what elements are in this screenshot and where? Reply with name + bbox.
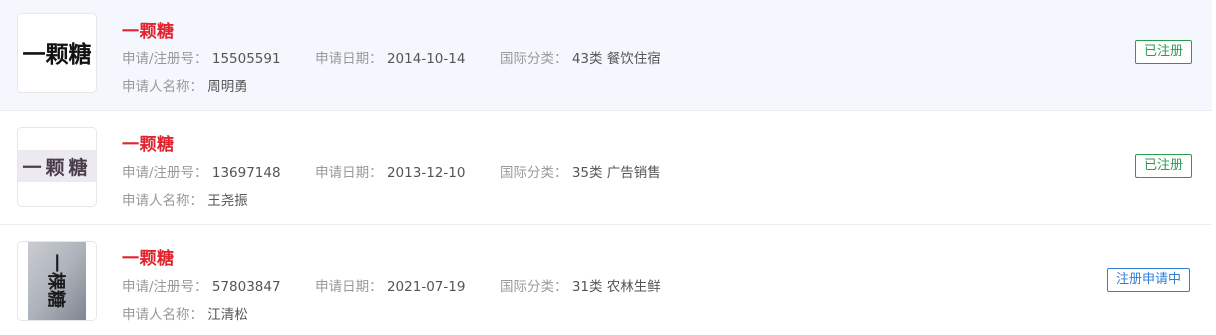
status-badge: 已注册	[1135, 40, 1193, 64]
trademark-name[interactable]: 一颗糖	[122, 130, 175, 155]
trademark-row[interactable]: 一棵糖 一颗糖 申请/注册号： 57803847 申请日期： 2021-07-1…	[0, 225, 1212, 335]
trademark-name[interactable]: 一颗糖	[122, 17, 175, 42]
trademark-logo-image: 一颗糖	[18, 128, 96, 206]
date-value: 2021-07-19	[386, 279, 466, 295]
trademark-applicant-line: 申请人名称： 王尧振	[122, 189, 248, 209]
logo-text: 一颗糖	[23, 41, 92, 68]
applicant-value: 江清松	[207, 307, 248, 323]
applicant-value: 周明勇	[207, 79, 248, 95]
reg-no-label: 申请/注册号：	[122, 51, 208, 67]
date-value: 2013-12-10	[386, 165, 466, 181]
trademark-list: 一颗糖 一颗糖 申请/注册号： 15505591 申请日期： 2014-10-1…	[0, 0, 1216, 335]
date-value: 2014-10-14	[386, 51, 466, 67]
applicant-value: 王尧振	[207, 193, 248, 209]
reg-no-label: 申请/注册号：	[122, 165, 208, 181]
trademark-meta-line: 申请/注册号： 15505591 申请日期： 2014-10-14 国际分类： …	[122, 47, 661, 67]
trademark-applicant-line: 申请人名称： 江清松	[122, 303, 248, 323]
class-value: 31类 农林生鲜	[571, 279, 661, 295]
reg-no-value: 57803847	[211, 279, 281, 295]
trademark-logo[interactable]: 一颗糖	[17, 127, 97, 207]
trademark-row[interactable]: 一颗糖 一颗糖 申请/注册号： 15505591 申请日期： 2014-10-1…	[0, 0, 1212, 111]
class-label: 国际分类：	[500, 165, 568, 181]
status-badge: 已注册	[1135, 154, 1193, 178]
applicant-label: 申请人名称：	[122, 79, 203, 95]
trademark-name[interactable]: 一颗糖	[122, 244, 175, 269]
trademark-meta-line: 申请/注册号： 57803847 申请日期： 2021-07-19 国际分类： …	[122, 275, 661, 295]
date-label: 申请日期：	[315, 279, 383, 295]
class-label: 国际分类：	[500, 279, 568, 295]
trademark-logo[interactable]: 一颗糖	[17, 13, 97, 93]
date-label: 申请日期：	[315, 165, 383, 181]
trademark-logo[interactable]: 一棵糖	[17, 241, 97, 321]
date-label: 申请日期：	[315, 51, 383, 67]
status-badge: 注册申请中	[1107, 268, 1191, 292]
applicant-label: 申请人名称：	[122, 307, 203, 323]
reg-no-label: 申请/注册号：	[122, 279, 208, 295]
trademark-row[interactable]: 一颗糖 一颗糖 申请/注册号： 13697148 申请日期： 2013-12-1…	[0, 111, 1212, 225]
class-value: 43类 餐饮住宿	[571, 51, 661, 67]
reg-no-value: 15505591	[211, 51, 281, 67]
reg-no-value: 13697148	[211, 165, 281, 181]
trademark-logo-image: 一棵糖	[18, 242, 96, 320]
trademark-meta-line: 申请/注册号： 13697148 申请日期： 2013-12-10 国际分类： …	[122, 161, 661, 181]
class-value: 35类 广告销售	[571, 165, 661, 181]
trademark-logo-image: 一颗糖	[18, 14, 96, 92]
trademark-applicant-line: 申请人名称： 周明勇	[122, 75, 248, 95]
logo-text: 一颗糖	[22, 156, 91, 179]
logo-text: 一棵糖	[45, 254, 67, 308]
class-label: 国际分类：	[500, 51, 568, 67]
applicant-label: 申请人名称：	[122, 193, 203, 209]
